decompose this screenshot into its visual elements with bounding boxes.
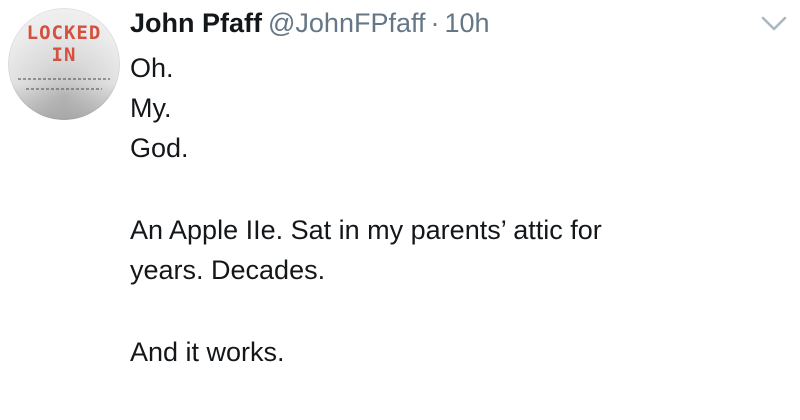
tweet-line: My. bbox=[130, 93, 172, 123]
display-name[interactable]: John Pfaff bbox=[130, 8, 262, 38]
avatar-book-title-line2: IN bbox=[51, 44, 77, 66]
avatar-background-shade bbox=[8, 84, 120, 120]
tweet-header: John Pfaff @JohnFPfaff · 10h bbox=[130, 4, 490, 42]
avatar-book-title-line1: LOCKED bbox=[26, 22, 102, 44]
separator-dot: · bbox=[430, 8, 440, 38]
tweet-line: Oh. bbox=[130, 53, 174, 83]
tweet-line: An Apple IIe. Sat in my parents’ attic f… bbox=[130, 215, 602, 245]
user-handle[interactable]: @JohnFPfaff bbox=[268, 8, 426, 38]
tweet-line: years. Decades. bbox=[130, 255, 326, 285]
avatar-subtitle-lines bbox=[18, 78, 110, 80]
avatar[interactable]: LOCKED IN bbox=[8, 8, 120, 120]
tweet-text: Oh. My. God. An Apple IIe. Sat in my par… bbox=[130, 48, 770, 372]
tweet-line: And it works. bbox=[130, 337, 285, 367]
tweet-card[interactable]: LOCKED IN John Pfaff @JohnFPfaff · 10h Oh. … bbox=[0, 0, 800, 420]
timestamp[interactable]: 10h bbox=[445, 8, 490, 38]
tweet-line: God. bbox=[130, 133, 189, 163]
chevron-down-icon[interactable] bbox=[758, 12, 790, 36]
